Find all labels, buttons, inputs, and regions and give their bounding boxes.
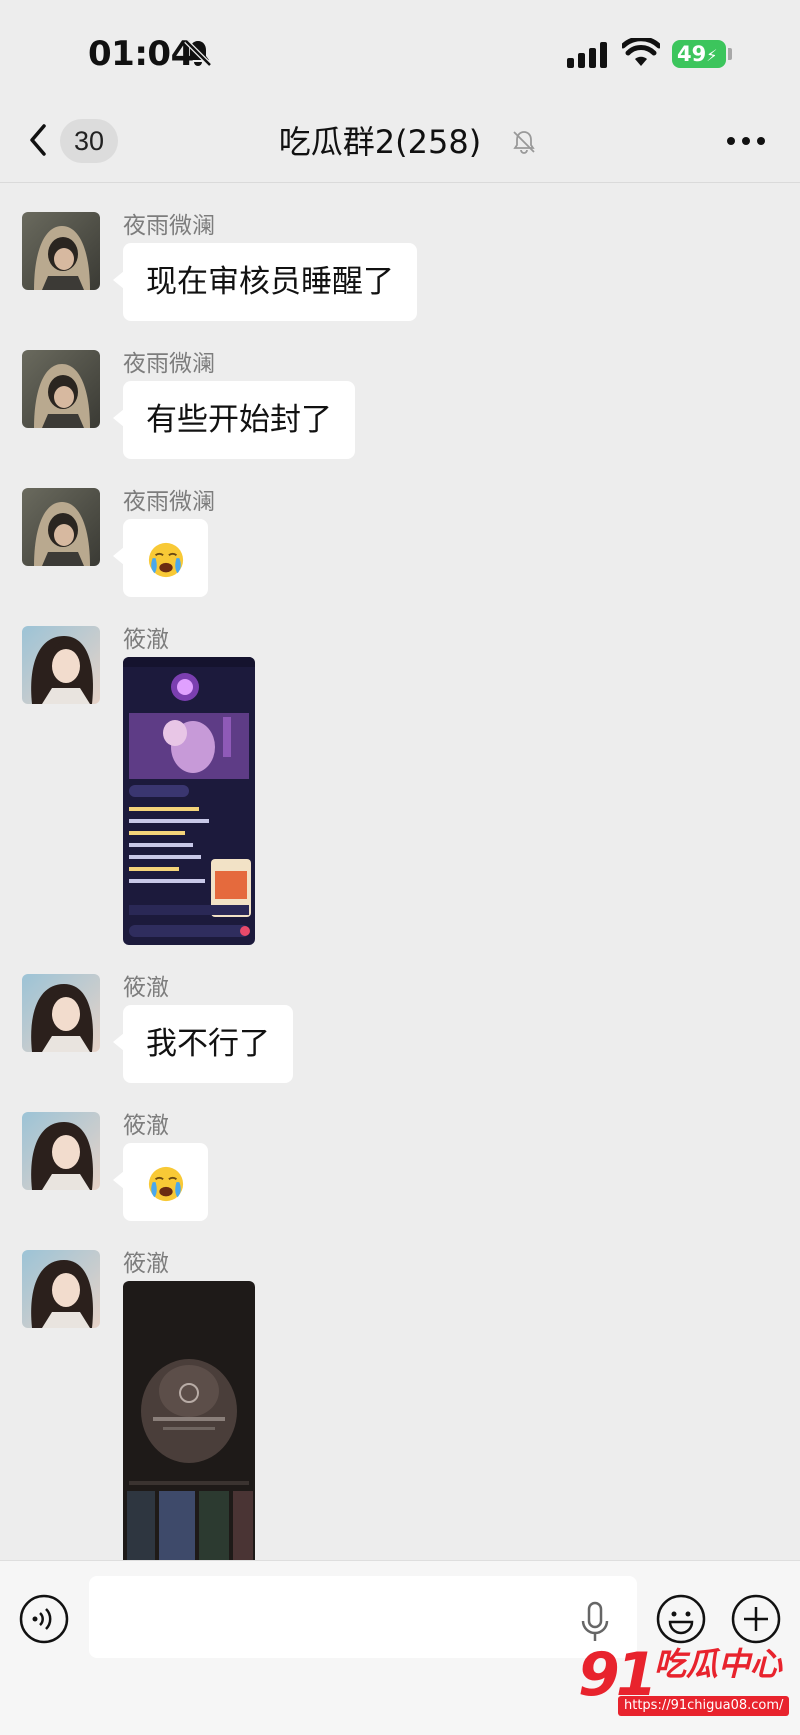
status-time: 01:04 xyxy=(88,34,194,74)
battery-tip xyxy=(728,48,732,60)
avatar-xiaoche[interactable] xyxy=(22,1250,100,1328)
sender-name: 夜雨微澜 xyxy=(123,213,215,239)
battery-level: 49 xyxy=(677,42,707,66)
battery-indicator: 49⚡ xyxy=(672,40,726,68)
back-chevron-icon[interactable] xyxy=(24,120,54,160)
message-bubble[interactable]: 现在审核员睡醒了 xyxy=(113,243,417,321)
message-bubble[interactable]: 我不行了 xyxy=(113,1005,293,1083)
crying-emoji-icon xyxy=(148,1166,183,1201)
bell-muted-icon xyxy=(184,39,212,67)
avatar-xiaoche[interactable] xyxy=(22,1112,100,1190)
group-muted-icon xyxy=(513,131,535,154)
sender-name: 夜雨微澜 xyxy=(123,489,215,515)
more-icon[interactable] xyxy=(726,134,766,148)
watermark-name: 吃瓜中心 xyxy=(654,1645,783,1683)
site-watermark: 91 吃瓜中心 https://91chigua08.com/ xyxy=(578,1640,790,1720)
unread-count-badge[interactable]: 30 xyxy=(60,119,118,163)
cellular-signal-icon xyxy=(567,42,607,68)
image-message-video[interactable] xyxy=(123,1281,255,1560)
voice-mode-icon[interactable] xyxy=(18,1593,70,1645)
emoji-picker-icon[interactable] xyxy=(655,1593,707,1645)
image-message-livestream[interactable] xyxy=(123,657,255,945)
sender-name: 夜雨微澜 xyxy=(123,351,215,377)
sender-name: 筱澈 xyxy=(123,975,169,1001)
emoji-bubble[interactable] xyxy=(113,519,208,597)
sender-name: 筱澈 xyxy=(123,1113,169,1139)
watermark-url: https://91chigua08.com/ xyxy=(618,1696,790,1716)
avatar-xiaoche[interactable] xyxy=(22,626,100,704)
emoji-bubble[interactable] xyxy=(113,1143,208,1221)
microphone-icon[interactable] xyxy=(580,1601,610,1643)
sender-name: 筱澈 xyxy=(123,627,169,653)
chat-header: 30 吃瓜群2(258) xyxy=(0,100,800,183)
avatar-yeyu[interactable] xyxy=(22,212,100,290)
charging-bolt-icon: ⚡ xyxy=(706,46,718,65)
crying-emoji-icon xyxy=(148,542,183,577)
avatar-yeyu[interactable] xyxy=(22,350,100,428)
message-input[interactable] xyxy=(89,1576,637,1658)
message-bubble[interactable]: 有些开始封了 xyxy=(113,381,355,459)
plus-icon[interactable] xyxy=(730,1593,782,1645)
chat-title: 吃瓜群2(258) xyxy=(278,123,482,161)
sender-name: 筱澈 xyxy=(123,1251,169,1277)
status-bar: 01:04 49⚡ xyxy=(0,0,800,100)
wifi-icon xyxy=(622,38,660,66)
livestream-screenshot-thumbnail xyxy=(123,657,255,945)
avatar-xiaoche[interactable] xyxy=(22,974,100,1052)
avatar-yeyu[interactable] xyxy=(22,488,100,566)
video-screenshot-thumbnail xyxy=(123,1281,255,1560)
